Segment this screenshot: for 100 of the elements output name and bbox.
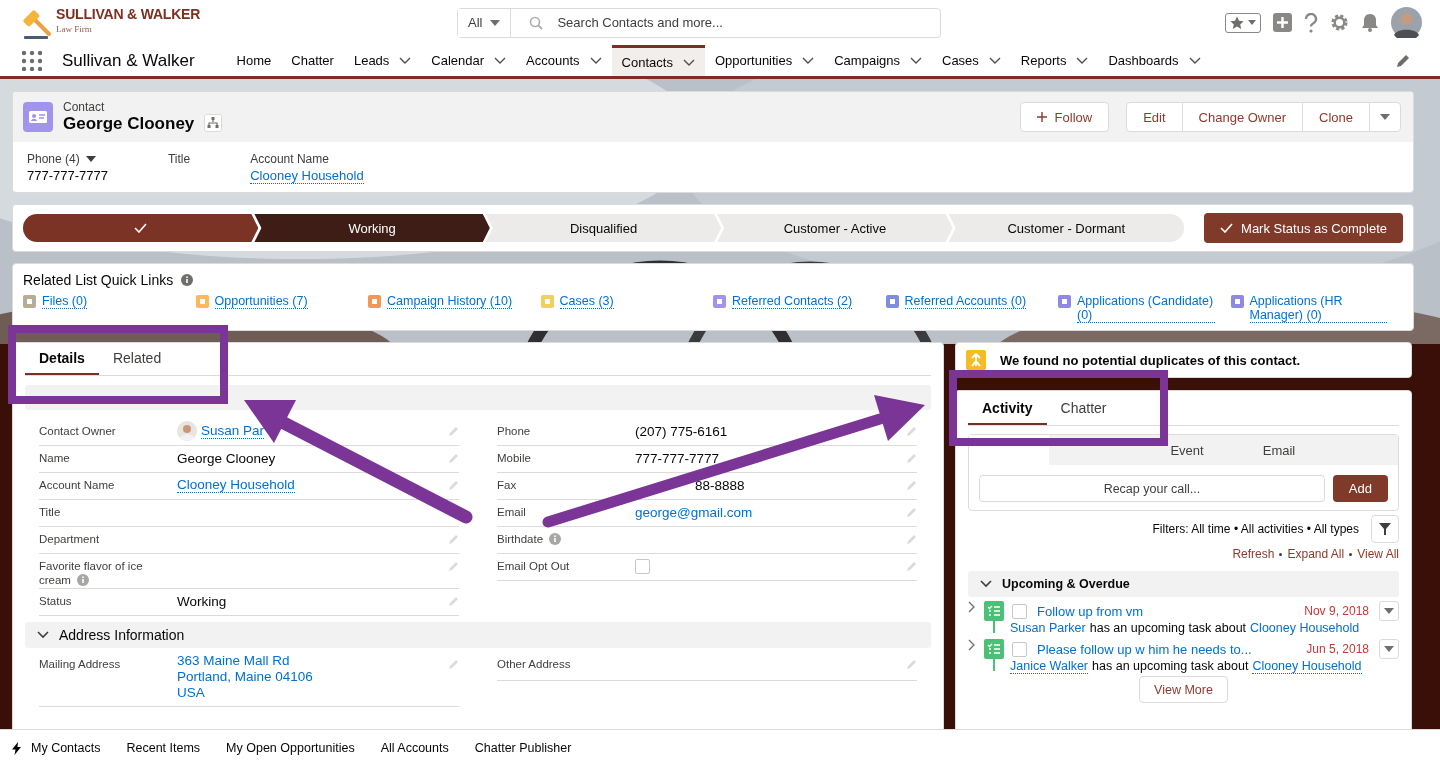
favorites-button[interactable] (1225, 12, 1261, 33)
filter-button[interactable] (1371, 515, 1399, 543)
utility-item[interactable]: My Contacts (12, 741, 101, 755)
quick-link[interactable]: Applications (Candidate) (0) (1077, 294, 1215, 323)
path-stage[interactable]: Customer - Active (717, 214, 953, 242)
field-label: Other Address (497, 658, 571, 670)
activity-link[interactable]: Refresh (1232, 547, 1275, 561)
field-label: Favorite flavor of ice cream (39, 560, 143, 586)
activity-link[interactable]: View All (1357, 547, 1399, 561)
path-stage[interactable]: Disqualified (485, 214, 722, 242)
path-stage[interactable] (23, 214, 259, 242)
nav-tab[interactable]: Dashboards (1098, 45, 1211, 76)
detail-tab[interactable]: Details (25, 343, 99, 375)
quick-link[interactable]: Files (0) (42, 294, 88, 309)
task-about-link[interactable]: Clooney Household (1250, 621, 1360, 635)
task-description: has an upcoming task about (1089, 621, 1247, 635)
recap-field[interactable]: Recap your call... (979, 475, 1325, 502)
field-label: Mailing Address (39, 658, 121, 670)
quick-link[interactable]: Cases (3) (559, 294, 614, 309)
notifications-icon[interactable] (1361, 13, 1379, 32)
nav-tab[interactable]: Accounts (516, 45, 612, 76)
add-icon[interactable] (1273, 13, 1292, 32)
view-more-button[interactable]: View More (1139, 676, 1228, 703)
field-label: Email (497, 506, 526, 518)
utility-item[interactable]: Recent Items (126, 741, 201, 755)
quick-link[interactable]: Referred Accounts (0) (904, 294, 1027, 309)
chevron-right-icon[interactable] (968, 639, 976, 651)
caret-icon (1384, 608, 1394, 614)
task-menu-button[interactable] (1379, 639, 1399, 659)
task-description: has an upcoming task about (1092, 659, 1249, 674)
search-field[interactable]: Search Contacts and more... (511, 8, 940, 37)
action-button[interactable]: Clone (1302, 102, 1370, 132)
help-icon[interactable] (1304, 12, 1318, 33)
add-button[interactable]: Add (1332, 475, 1388, 502)
lightning-icon (12, 741, 21, 755)
mark-complete-button[interactable]: Mark Status as Complete (1204, 213, 1403, 243)
address-link[interactable]: 363 Maine Mall Rd Portland, Maine 04106 USA (177, 653, 313, 701)
quick-link[interactable]: Opportunities (7) (214, 294, 308, 309)
task-subject[interactable]: Please follow up w him he needs to... (1037, 641, 1297, 657)
nav-tab[interactable]: Reports (1010, 45, 1099, 76)
more-actions-button[interactable] (1369, 102, 1401, 132)
chevron-down-icon (1188, 57, 1201, 64)
utility-item[interactable]: My Open Opportunities (226, 741, 355, 755)
section-header[interactable]: Address Information (25, 622, 931, 648)
task-menu-button[interactable] (1379, 601, 1399, 621)
search-scope-dropdown[interactable]: All (458, 8, 512, 37)
chevron-right-icon[interactable] (968, 601, 976, 613)
nav-tab[interactable]: Chatter (281, 45, 344, 76)
follow-button[interactable]: Follow (1019, 102, 1110, 132)
path-stage[interactable]: Customer - Dormant (948, 214, 1185, 242)
nav-tab[interactable]: Campaigns (824, 45, 932, 76)
app-name: Sullivan & Walker (62, 50, 195, 71)
quick-link[interactable]: Campaign History (10) (387, 294, 513, 309)
nav-tab[interactable]: Home (226, 45, 282, 76)
nav-tab[interactable]: Opportunities (704, 45, 825, 76)
utility-item[interactable]: Chatter Publisher (474, 741, 572, 755)
activity-tab[interactable]: Chatter (1046, 393, 1121, 425)
merge-icon (966, 350, 986, 370)
settings-icon[interactable] (1330, 13, 1349, 32)
nav-tab[interactable]: Calendar (421, 45, 517, 76)
field-link[interactable]: george@gmail.com (635, 504, 753, 520)
action-button[interactable]: Change Owner (1181, 102, 1304, 132)
user-avatar[interactable] (1391, 7, 1422, 38)
composer-tab[interactable]: Event (1141, 435, 1233, 465)
task-checkbox[interactable] (1012, 603, 1027, 619)
highlight-label: Title (167, 152, 191, 166)
task-owner-link[interactable]: Susan Parker (1010, 621, 1086, 635)
hierarchy-icon[interactable] (204, 114, 223, 132)
checkbox[interactable] (635, 558, 650, 574)
field-link[interactable]: Clooney Household (177, 477, 295, 493)
task-owner-link[interactable]: Janice Walker (1010, 659, 1089, 674)
highlight-link[interactable]: Clooney Household (250, 168, 364, 184)
quick-link[interactable]: Applications (HR Manager) (0) (1249, 294, 1387, 323)
quick-link[interactable]: Referred Contacts (2) (732, 294, 853, 309)
section-header[interactable]: Upcoming & Overdue (968, 571, 1399, 597)
caret-icon[interactable] (85, 156, 96, 162)
activity-link[interactable]: Expand All (1287, 547, 1345, 561)
field-value: (207) 775-6161 (635, 423, 728, 439)
task-about-link[interactable]: Clooney Household (1252, 659, 1362, 674)
utility-item[interactable]: All Accounts (380, 741, 449, 755)
field-label: Birthdate (497, 533, 544, 545)
field-value: 777-777-7777 (635, 450, 720, 466)
task-due-date: Jun 5, 2018 (1306, 642, 1369, 656)
detail-tab[interactable]: Related (98, 343, 176, 375)
search-bar[interactable]: All Search Contacts and more... (457, 7, 941, 38)
nav-tab[interactable]: Leads (343, 45, 422, 76)
path-stage[interactable]: Working (254, 214, 490, 242)
task-checkbox[interactable] (1012, 641, 1027, 657)
filter-icon (1379, 523, 1391, 535)
action-button[interactable]: Edit (1126, 102, 1183, 132)
highlight-label: Account Name (250, 152, 329, 166)
nav-tab[interactable]: Contacts (611, 45, 705, 76)
pencil-icon[interactable] (1396, 53, 1410, 68)
app-launcher-icon[interactable] (22, 50, 42, 71)
task-subject[interactable]: Follow up from vm (1037, 603, 1295, 619)
nav-tab[interactable]: Cases (932, 45, 1011, 76)
field-value: Working (177, 593, 227, 609)
filters-summary: Filters: All time • All activities • All types (1152, 522, 1359, 536)
activity-tab[interactable]: Activity (968, 393, 1047, 425)
composer-tab[interactable]: Email (1233, 435, 1325, 465)
